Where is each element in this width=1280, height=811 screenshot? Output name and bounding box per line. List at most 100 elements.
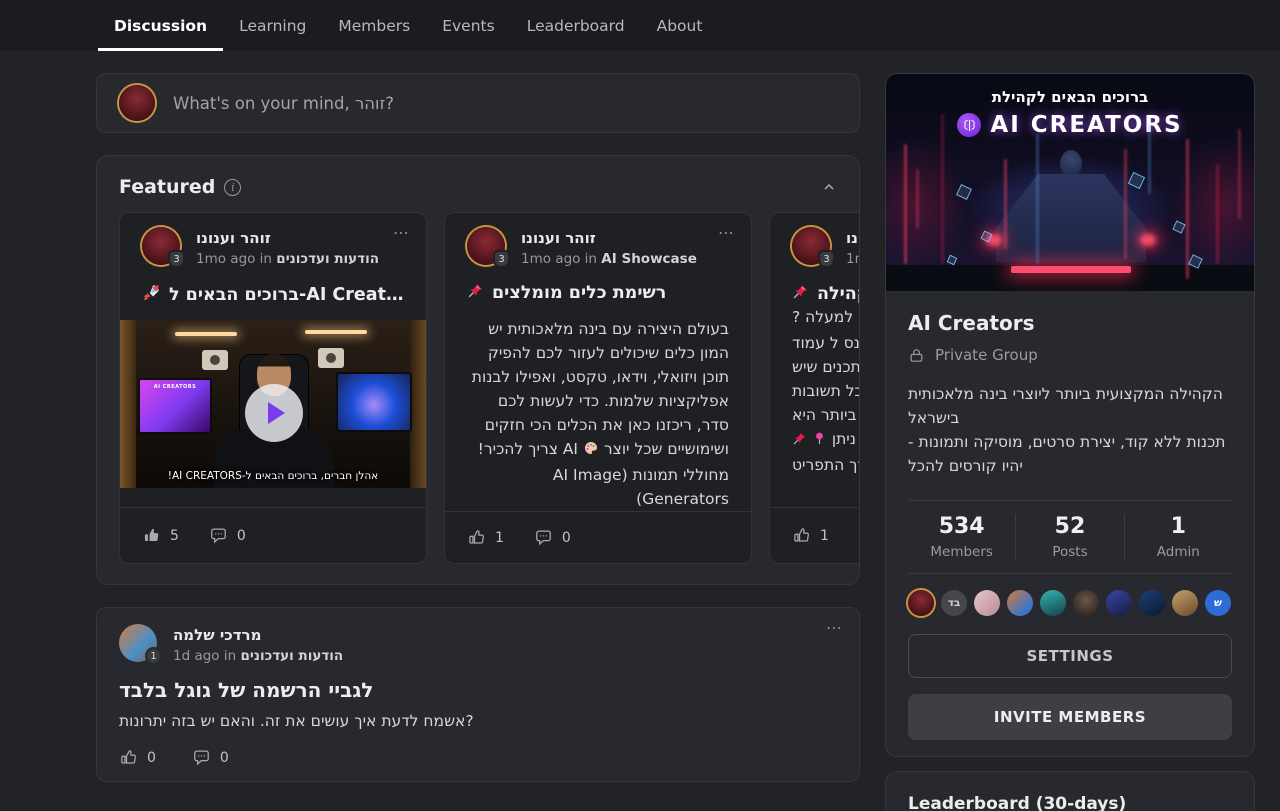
like-button[interactable]: 1 [467, 528, 504, 547]
comment-count: 0 [237, 528, 246, 544]
post-category[interactable]: AI Showcase [601, 251, 697, 267]
decor [305, 330, 367, 334]
author-name[interactable]: זוהר וענונו [521, 227, 697, 248]
member-avatar[interactable] [1139, 590, 1165, 616]
decor [1124, 149, 1127, 259]
pushpin-icon [467, 282, 484, 303]
decor [1011, 266, 1131, 273]
author-name[interactable]: מרדכי שלמה [173, 624, 343, 645]
like-button[interactable]: 1 [792, 526, 829, 545]
avatar[interactable]: 3 [467, 227, 505, 265]
more-icon[interactable]: ⋯ [718, 223, 735, 242]
author-block: זוהר וענונו 1mo ago in [846, 227, 859, 267]
post-meta: 1d ago in הודעות ועדכונים [173, 648, 343, 664]
featured-header: Featured i [97, 156, 859, 212]
decor [1060, 150, 1082, 177]
group-info-card: ברוכים הבאים לקהילת AI CREATORS AI Creat… [885, 73, 1255, 757]
body-line: היכנס ל עמוד [770, 331, 859, 355]
level-badge: 1 [145, 647, 162, 665]
level-badge: 3 [818, 250, 835, 268]
stat-value: 52 [1016, 514, 1123, 539]
invite-members-button[interactable]: INVITE MEMBERS [908, 694, 1232, 740]
more-icon[interactable]: ⋯ [826, 618, 843, 637]
privacy-row: Private Group [908, 346, 1232, 364]
comment-button[interactable]: 0 [192, 748, 229, 767]
post-composer[interactable]: What's on your mind, זוהר? [96, 73, 860, 133]
member-avatar[interactable]: בד [941, 590, 967, 616]
decor [904, 144, 907, 264]
decor [1238, 129, 1241, 219]
like-button[interactable]: 0 [119, 748, 156, 767]
post-title-text: רשימת כלים מומלצים [492, 283, 666, 303]
avatar[interactable]: 3 [142, 227, 180, 265]
tab-learning[interactable]: Learning [223, 0, 322, 51]
chevron-up-icon[interactable] [821, 179, 837, 195]
comment-icon [534, 528, 553, 547]
author-name[interactable]: זוהר וענונו [196, 227, 379, 248]
stat-members[interactable]: 534 Members [908, 514, 1015, 560]
member-avatar[interactable] [1073, 590, 1099, 616]
post-meta: 1mo ago in [846, 251, 859, 267]
like-button[interactable]: 5 [142, 526, 179, 545]
post-time: 1mo ago in [521, 251, 597, 267]
leaderboard-card: Leaderboard (30-days) [885, 771, 1255, 811]
monitor-label: AI CREATORS [140, 384, 210, 390]
info-icon[interactable]: i [224, 179, 241, 196]
post-title[interactable]: קהילה [770, 267, 859, 305]
member-avatars-row: בד ש [908, 590, 1232, 616]
tab-members[interactable]: Members [322, 0, 426, 51]
left-monitor: AI CREATORS [138, 378, 212, 434]
group-banner-image[interactable]: ברוכים הבאים לקהילת AI CREATORS [886, 74, 1254, 291]
card-footer: 1 [770, 507, 859, 563]
comment-button[interactable]: 0 [534, 528, 571, 547]
level-badge: 3 [168, 250, 185, 268]
like-count: 1 [495, 530, 504, 546]
play-button[interactable] [245, 384, 303, 442]
featured-card-tools: ⋯ 3 זוהר וענונו 1mo ago in AI Showcase ר… [444, 212, 752, 564]
member-avatar[interactable] [974, 590, 1000, 616]
post-title[interactable]: רשימת כלים מומלצים [445, 267, 751, 303]
avatar[interactable] [119, 85, 155, 121]
author-block: זוהר וענונו 1mo ago in הודעות ועדכונים [196, 227, 379, 267]
group-body: AI Creators Private Group הקהילה המקצועי… [886, 311, 1254, 740]
video-thumbnail[interactable]: AI CREATORS אהלן חברים, ברוכים הבאים ל-A… [120, 320, 426, 488]
body-text: ניתן [832, 430, 856, 448]
member-avatar[interactable] [1172, 590, 1198, 616]
decor [1186, 139, 1189, 279]
group-stats: 534 Members 52 Posts 1 Admin [908, 501, 1232, 574]
tab-discussion[interactable]: Discussion [98, 0, 223, 51]
body-line: התכנים שיש [770, 355, 859, 379]
author-name[interactable]: זוהר וענונו [846, 227, 859, 248]
tab-events[interactable]: Events [426, 0, 510, 51]
tab-about[interactable]: About [641, 0, 719, 51]
member-avatar[interactable] [908, 590, 934, 616]
settings-button[interactable]: SETTINGS [908, 634, 1232, 678]
stat-posts[interactable]: 52 Posts [1015, 514, 1123, 560]
featured-section: Featured i ⋯ 3 זוהר וענונו 1mo ago in ה [96, 155, 860, 585]
member-avatar[interactable] [1106, 590, 1132, 616]
post-category[interactable]: הודעות ועדכונים [276, 251, 379, 267]
post-category[interactable]: הודעות ועדכונים [240, 648, 343, 664]
post-title[interactable]: ברוכים הבאים ל-AI Creat… [120, 267, 426, 307]
stat-admins[interactable]: 1 Admin [1124, 514, 1232, 560]
level-badge: 3 [493, 250, 510, 268]
decor [175, 332, 237, 336]
featured-title: Featured [119, 176, 215, 198]
member-avatar[interactable] [1040, 590, 1066, 616]
card-footer: 1 0 [445, 511, 751, 563]
body-text: למעלה ? [792, 308, 853, 326]
decor [941, 114, 944, 264]
decor [1148, 124, 1151, 194]
decor [1036, 134, 1039, 264]
more-icon[interactable]: ⋯ [393, 223, 410, 242]
post-body: בעולם היצירה עם בינה מלאכותית יש המון כל… [445, 303, 751, 511]
post-title[interactable]: לגביי הרשמה של גוגל בלבד [119, 678, 837, 702]
member-avatar[interactable] [1007, 590, 1033, 616]
avatar[interactable]: 3 [792, 227, 830, 265]
comment-button[interactable]: 0 [209, 526, 246, 545]
leaderboard-title: Leaderboard (30-days) [908, 794, 1232, 811]
member-avatar[interactable]: ש [1205, 590, 1231, 616]
avatar[interactable]: 1 [119, 624, 157, 662]
right-monitor [336, 372, 412, 432]
tab-leaderboard[interactable]: Leaderboard [511, 0, 641, 51]
